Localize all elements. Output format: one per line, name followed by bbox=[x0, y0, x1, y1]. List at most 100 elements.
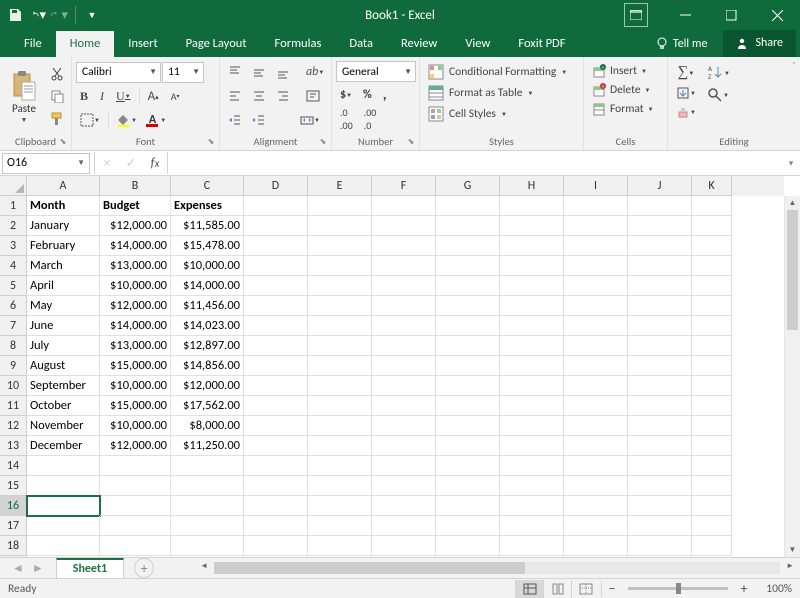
cell[interactable] bbox=[628, 536, 692, 556]
borders-icon[interactable]: ▼ bbox=[76, 111, 104, 129]
cell[interactable]: $11,250.00 bbox=[171, 436, 244, 456]
minimize-button[interactable] bbox=[662, 0, 708, 30]
cell[interactable] bbox=[628, 216, 692, 236]
tab-foxit-pdf[interactable]: Foxit PDF bbox=[504, 31, 579, 57]
cell[interactable] bbox=[436, 236, 500, 256]
cell[interactable] bbox=[692, 476, 732, 496]
cell[interactable] bbox=[372, 376, 436, 396]
cell[interactable] bbox=[308, 196, 372, 216]
cell[interactable] bbox=[244, 536, 308, 556]
column-header[interactable]: K bbox=[692, 176, 732, 196]
row-header[interactable]: 2 bbox=[0, 216, 27, 236]
cell[interactable]: $12,897.00 bbox=[171, 336, 244, 356]
cell[interactable] bbox=[436, 496, 500, 516]
tell-me[interactable]: Tell me bbox=[646, 32, 718, 56]
cell[interactable]: September bbox=[27, 376, 100, 396]
cell[interactable] bbox=[500, 476, 564, 496]
cell[interactable]: October bbox=[27, 396, 100, 416]
cell[interactable]: $14,856.00 bbox=[171, 356, 244, 376]
cell[interactable] bbox=[564, 356, 628, 376]
cell[interactable] bbox=[500, 256, 564, 276]
sort-filter-icon[interactable]: AZ▼ bbox=[702, 62, 734, 84]
cell[interactable]: $15,000.00 bbox=[100, 396, 171, 416]
new-sheet-button[interactable]: + bbox=[134, 558, 154, 578]
align-bottom-icon[interactable] bbox=[272, 63, 294, 81]
formula-input[interactable] bbox=[168, 153, 782, 174]
cell[interactable] bbox=[308, 456, 372, 476]
column-header[interactable]: D bbox=[244, 176, 308, 196]
cell[interactable]: $10,000.00 bbox=[100, 376, 171, 396]
cell[interactable] bbox=[692, 436, 732, 456]
cell[interactable] bbox=[436, 196, 500, 216]
insert-function-icon[interactable]: fx bbox=[143, 156, 167, 171]
horizontal-scroll-thumb[interactable] bbox=[214, 562, 525, 574]
cell[interactable] bbox=[692, 496, 732, 516]
cell[interactable] bbox=[372, 416, 436, 436]
cell[interactable] bbox=[244, 356, 308, 376]
column-header[interactable]: C bbox=[171, 176, 244, 196]
cell[interactable]: Budget bbox=[100, 196, 171, 216]
tab-insert[interactable]: Insert bbox=[114, 31, 171, 57]
bold-button[interactable]: B bbox=[76, 87, 92, 106]
cell[interactable] bbox=[564, 536, 628, 556]
tab-data[interactable]: Data bbox=[335, 31, 387, 57]
cell[interactable]: $11,585.00 bbox=[171, 216, 244, 236]
cell[interactable]: August bbox=[27, 356, 100, 376]
cell[interactable] bbox=[372, 436, 436, 456]
cell[interactable]: December bbox=[27, 436, 100, 456]
row-header[interactable]: 16 bbox=[0, 496, 27, 516]
cell[interactable] bbox=[244, 456, 308, 476]
cell[interactable] bbox=[628, 516, 692, 536]
cell[interactable] bbox=[244, 416, 308, 436]
cell[interactable]: $17,562.00 bbox=[171, 396, 244, 416]
cell[interactable]: February bbox=[27, 236, 100, 256]
row-header[interactable]: 4 bbox=[0, 256, 27, 276]
cell[interactable] bbox=[564, 376, 628, 396]
cell[interactable] bbox=[171, 476, 244, 496]
zoom-slider[interactable] bbox=[628, 587, 728, 590]
cell[interactable]: April bbox=[27, 276, 100, 296]
close-button[interactable] bbox=[754, 0, 800, 30]
copy-icon[interactable] bbox=[46, 87, 68, 105]
cell[interactable] bbox=[27, 496, 100, 516]
number-format-combo[interactable]: General▼ bbox=[336, 61, 416, 82]
cell[interactable] bbox=[308, 276, 372, 296]
cell[interactable] bbox=[500, 216, 564, 236]
format-as-table-button[interactable]: Format as Table▼ bbox=[424, 83, 571, 103]
cell[interactable]: $14,023.00 bbox=[171, 316, 244, 336]
cell[interactable] bbox=[244, 376, 308, 396]
cell[interactable] bbox=[372, 356, 436, 376]
cell[interactable] bbox=[500, 376, 564, 396]
cell[interactable] bbox=[372, 476, 436, 496]
cell[interactable] bbox=[564, 396, 628, 416]
vertical-scrollbar[interactable]: ▲ ▼ bbox=[784, 196, 800, 557]
delete-cells-button[interactable]: × Delete▼ bbox=[588, 81, 658, 99]
cell[interactable] bbox=[500, 336, 564, 356]
cell[interactable] bbox=[436, 216, 500, 236]
cell[interactable]: $15,478.00 bbox=[171, 236, 244, 256]
cell[interactable] bbox=[692, 376, 732, 396]
zoom-level[interactable]: 100% bbox=[752, 582, 792, 596]
cell[interactable] bbox=[564, 336, 628, 356]
zoom-in-button[interactable]: + bbox=[736, 580, 752, 597]
cell[interactable] bbox=[564, 436, 628, 456]
cell[interactable] bbox=[692, 256, 732, 276]
cell[interactable]: January bbox=[27, 216, 100, 236]
tab-page-layout[interactable]: Page Layout bbox=[172, 31, 261, 57]
cell[interactable] bbox=[628, 256, 692, 276]
wrap-text-icon[interactable] bbox=[302, 87, 324, 105]
save-icon[interactable] bbox=[6, 6, 24, 24]
cell[interactable] bbox=[692, 296, 732, 316]
cell[interactable] bbox=[171, 516, 244, 536]
cell[interactable] bbox=[500, 276, 564, 296]
cell[interactable]: June bbox=[27, 316, 100, 336]
cell[interactable]: $12,000.00 bbox=[100, 296, 171, 316]
cell[interactable] bbox=[692, 536, 732, 556]
clear-icon[interactable]: ▼ bbox=[672, 103, 700, 121]
cell[interactable]: $15,000.00 bbox=[100, 356, 171, 376]
cell[interactable] bbox=[500, 456, 564, 476]
column-header[interactable]: B bbox=[100, 176, 171, 196]
cell[interactable] bbox=[436, 256, 500, 276]
row-header[interactable]: 18 bbox=[0, 536, 27, 556]
cell[interactable] bbox=[692, 276, 732, 296]
